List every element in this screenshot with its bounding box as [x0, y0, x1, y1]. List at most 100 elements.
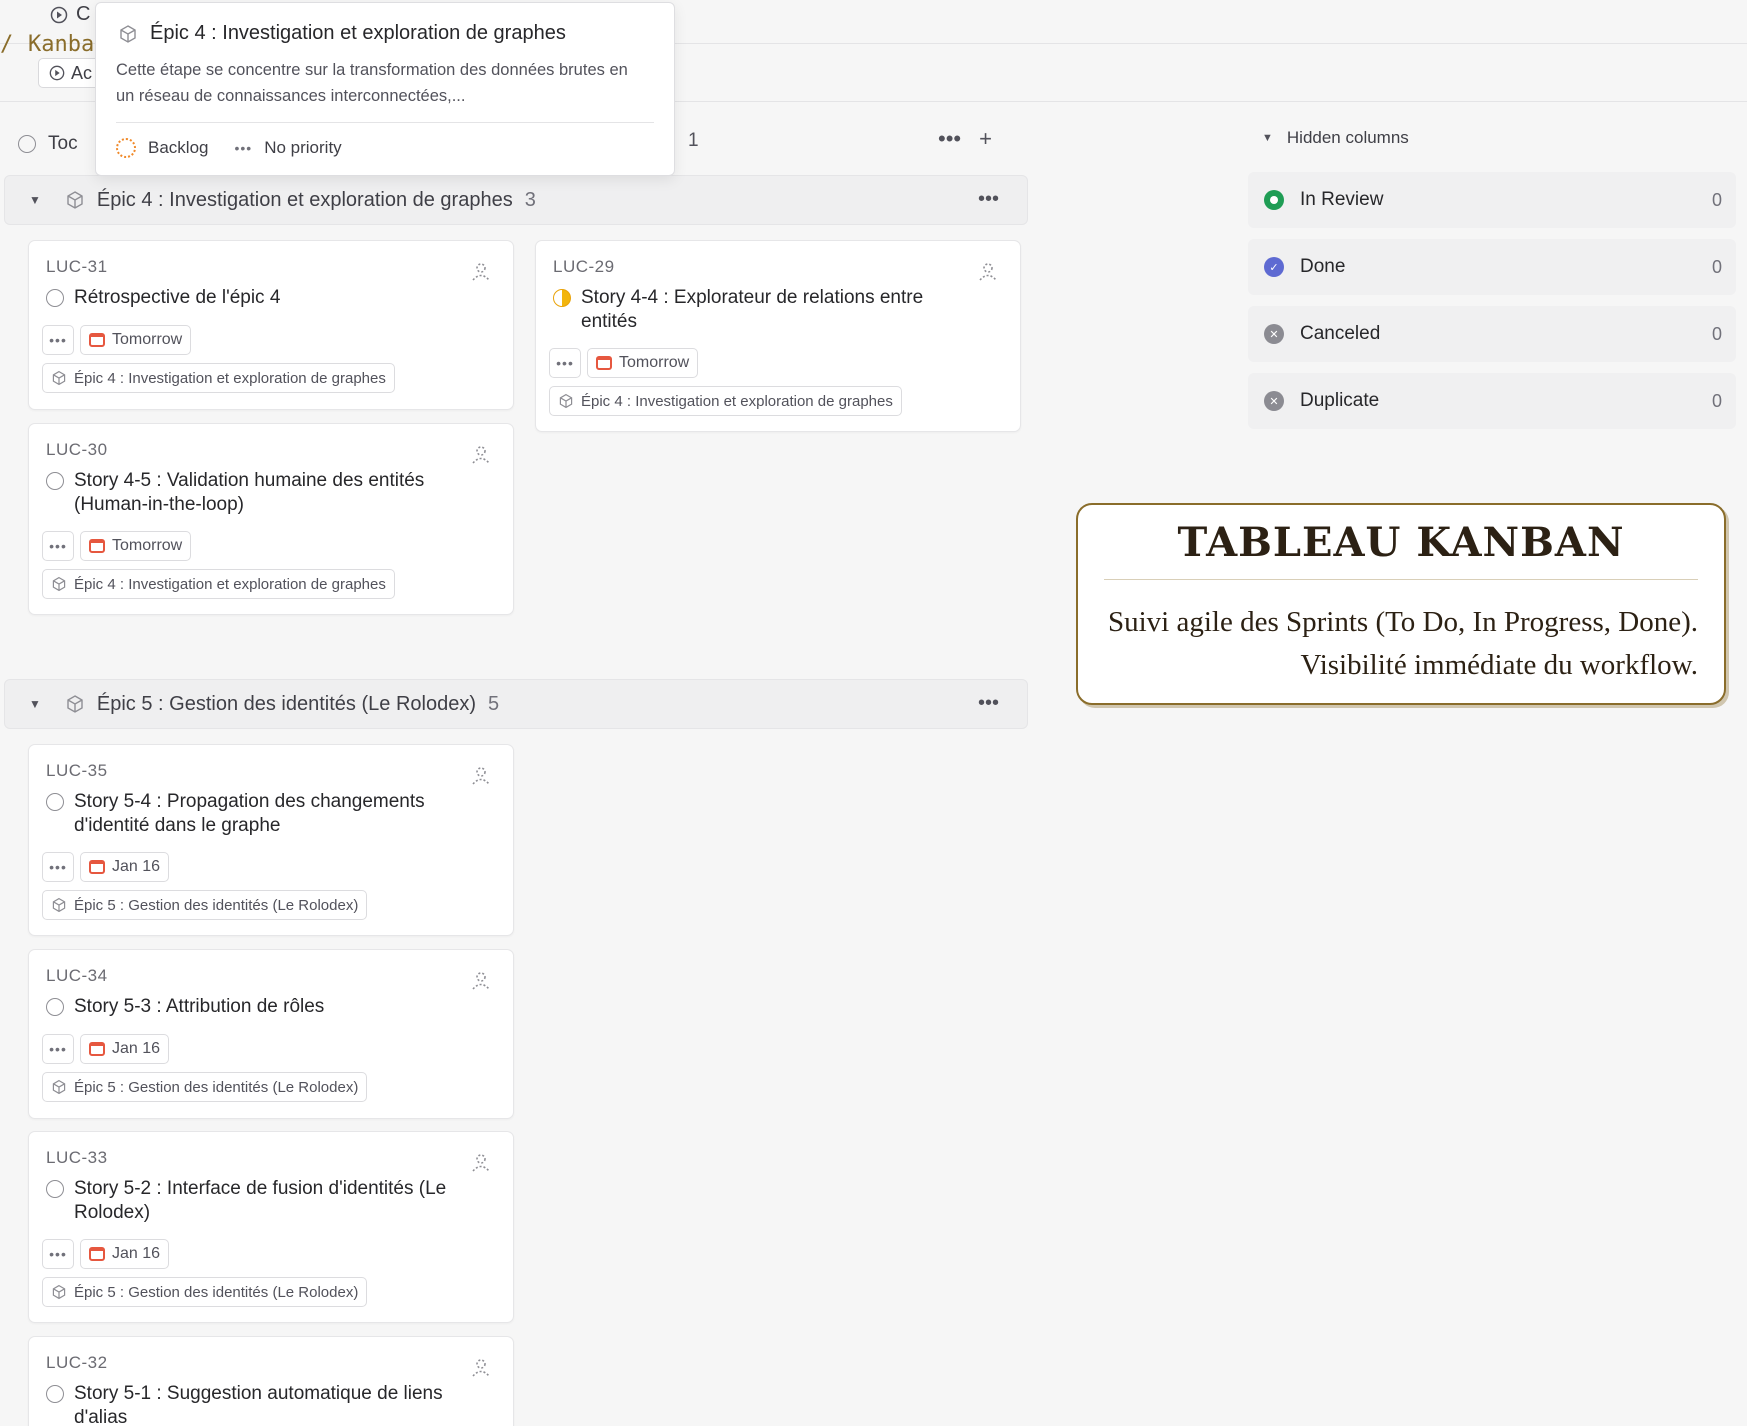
assignee-avatar-icon[interactable]: [469, 259, 493, 283]
top-nav-label: C: [76, 3, 91, 25]
due-date-pill[interactable]: Jan 16: [80, 852, 170, 882]
due-date: Tomorrow: [112, 331, 183, 348]
due-date-pill[interactable]: Tomorrow: [587, 348, 699, 378]
issue-card[interactable]: LUC-35 Story 5-4 : Propagation des chang…: [28, 744, 514, 936]
top-nav-item[interactable]: C: [50, 3, 90, 26]
group-row-epic-5[interactable]: ▼ Épic 5 : Gestion des identités (Le Rol…: [4, 679, 1028, 729]
priority-button[interactable]: •••: [42, 852, 74, 882]
issue-card[interactable]: LUC-29 Story 4-4 : Explorateur de relati…: [535, 240, 1021, 432]
assignee-avatar-icon[interactable]: [469, 763, 493, 787]
column-more-button[interactable]: •••: [938, 126, 961, 152]
todo-status-icon[interactable]: [46, 793, 64, 811]
epic-tag[interactable]: Épic 4 : Investigation et exploration de…: [42, 363, 395, 393]
hidden-column-name: Duplicate: [1300, 390, 1380, 411]
group-row-epic-4[interactable]: ▼ Épic 4 : Investigation et exploration …: [4, 175, 1028, 225]
hidden-columns-toggle[interactable]: ▼ Hidden columns: [1262, 128, 1409, 148]
epic-tag[interactable]: Épic 5 : Gestion des identités (Le Rolod…: [42, 1277, 368, 1307]
backlog-status-icon: [116, 138, 136, 158]
epic-tag-label: Épic 4 : Investigation et exploration de…: [74, 369, 386, 387]
hidden-column-duplicate[interactable]: ✕ Duplicate 0: [1248, 373, 1736, 429]
hidden-column-name: Canceled: [1300, 323, 1381, 344]
issue-id: LUC-30: [46, 440, 108, 459]
in-review-status-icon: [1264, 190, 1284, 210]
hidden-column-name: Done: [1300, 256, 1346, 277]
collapse-triangle-icon[interactable]: ▼: [29, 193, 41, 207]
hidden-column-count: 0: [1711, 256, 1722, 277]
caption-box: TABLEAU KANBAN Suivi agile des Sprints (…: [1076, 503, 1726, 705]
no-priority-icon: •••: [234, 140, 253, 156]
issue-card[interactable]: LUC-30 Story 4-5 : Validation humaine de…: [28, 423, 514, 615]
caption-title: TABLEAU KANBAN: [1177, 519, 1625, 566]
issue-card[interactable]: LUC-33 Story 5-2 : Interface de fusion d…: [28, 1131, 514, 1323]
issue-id: LUC-34: [46, 966, 108, 985]
issue-card[interactable]: LUC-34 Story 5-3 : Attribution de rôles …: [28, 949, 514, 1119]
issue-title: Story 5-2 : Interface de fusion d'identi…: [74, 1178, 447, 1223]
assignee-avatar-icon[interactable]: [976, 259, 1000, 283]
due-date: Jan 16: [112, 1040, 161, 1057]
priority-button[interactable]: •••: [42, 531, 74, 561]
play-circle-icon: [50, 6, 68, 23]
due-date-pill[interactable]: Jan 16: [80, 1034, 170, 1064]
hidden-column-count: 0: [1711, 390, 1722, 411]
epic-tag[interactable]: Épic 5 : Gestion des identités (Le Rolod…: [42, 1072, 368, 1102]
todo-status-icon[interactable]: [46, 998, 64, 1016]
issue-title: Story 5-4 : Propagation des changements …: [74, 791, 425, 836]
due-date: Jan 16: [112, 858, 161, 875]
toolbar-action-button[interactable]: Ac: [38, 58, 104, 88]
todo-status-icon[interactable]: [46, 1385, 64, 1403]
assignee-avatar-icon[interactable]: [469, 1150, 493, 1174]
issue-title: Story 5-3 : Attribution de rôles: [74, 996, 325, 1017]
todo-status-icon: [18, 135, 36, 153]
group-more-button[interactable]: •••: [978, 692, 999, 715]
due-date-pill[interactable]: Jan 16: [80, 1239, 170, 1269]
hidden-column-count: 0: [1711, 323, 1722, 344]
issue-title: Story 5-1 : Suggestion automatique de li…: [74, 1383, 443, 1426]
column-add-button[interactable]: +: [979, 126, 992, 152]
issue-title: Story 4-5 : Validation humaine des entit…: [74, 470, 425, 515]
in-progress-status-icon[interactable]: [553, 289, 571, 307]
cube-icon: [52, 576, 66, 592]
due-date-pill[interactable]: Tomorrow: [80, 531, 192, 561]
epic-tag[interactable]: Épic 4 : Investigation et exploration de…: [549, 386, 902, 416]
hover-card-divider: [116, 122, 654, 123]
collapse-triangle-icon[interactable]: ▼: [29, 697, 41, 711]
todo-status-icon[interactable]: [46, 472, 64, 490]
cube-icon: [52, 1284, 66, 1300]
issue-id: LUC-35: [46, 761, 108, 780]
play-circle-icon: [49, 65, 65, 81]
due-date-pill[interactable]: Tomorrow: [80, 325, 192, 355]
hidden-column-canceled[interactable]: ✕ Canceled 0: [1248, 306, 1736, 362]
hover-card-status[interactable]: Backlog: [148, 138, 208, 158]
priority-button[interactable]: •••: [549, 348, 581, 378]
calendar-icon: [89, 1247, 105, 1261]
priority-button[interactable]: •••: [42, 325, 74, 355]
assignee-avatar-icon[interactable]: [469, 442, 493, 466]
issue-card[interactable]: LUC-32 Story 5-1 : Suggestion automatiqu…: [28, 1336, 514, 1426]
assignee-avatar-icon[interactable]: [469, 968, 493, 992]
due-date: Jan 16: [112, 1245, 161, 1262]
issue-title: Story 4-4 : Explorateur de relations ent…: [581, 287, 924, 332]
issue-card[interactable]: LUC-31 Rétrospective de l'épic 4 ••• Tom…: [28, 240, 514, 410]
calendar-icon: [89, 1042, 105, 1056]
hidden-column-in-review[interactable]: In Review 0: [1248, 172, 1736, 228]
hidden-column-name: In Review: [1300, 189, 1384, 210]
calendar-icon: [596, 356, 612, 370]
hover-card-priority[interactable]: No priority: [264, 138, 341, 158]
priority-button[interactable]: •••: [42, 1034, 74, 1064]
epic-tag[interactable]: Épic 4 : Investigation et exploration de…: [42, 569, 395, 599]
priority-button[interactable]: •••: [42, 1239, 74, 1269]
assignee-avatar-icon[interactable]: [469, 1355, 493, 1379]
hidden-column-done[interactable]: ✓ Done 0: [1248, 239, 1736, 295]
group-more-button[interactable]: •••: [978, 188, 999, 211]
epic-tag[interactable]: Épic 5 : Gestion des identités (Le Rolod…: [42, 890, 368, 920]
issue-id: LUC-32: [46, 1353, 108, 1372]
check-circle-icon: ✓: [1264, 257, 1284, 277]
hover-card-title[interactable]: Épic 4 : Investigation et exploration de…: [150, 22, 566, 45]
caption-divider: [1104, 579, 1698, 580]
cube-icon: [52, 1079, 66, 1095]
todo-status-icon[interactable]: [46, 289, 64, 307]
breadcrumb-separator: /: [0, 32, 14, 57]
issue-id: LUC-31: [46, 257, 108, 276]
group-title: Épic 5 : Gestion des identités (Le Rolod…: [96, 692, 476, 715]
todo-status-icon[interactable]: [46, 1180, 64, 1198]
